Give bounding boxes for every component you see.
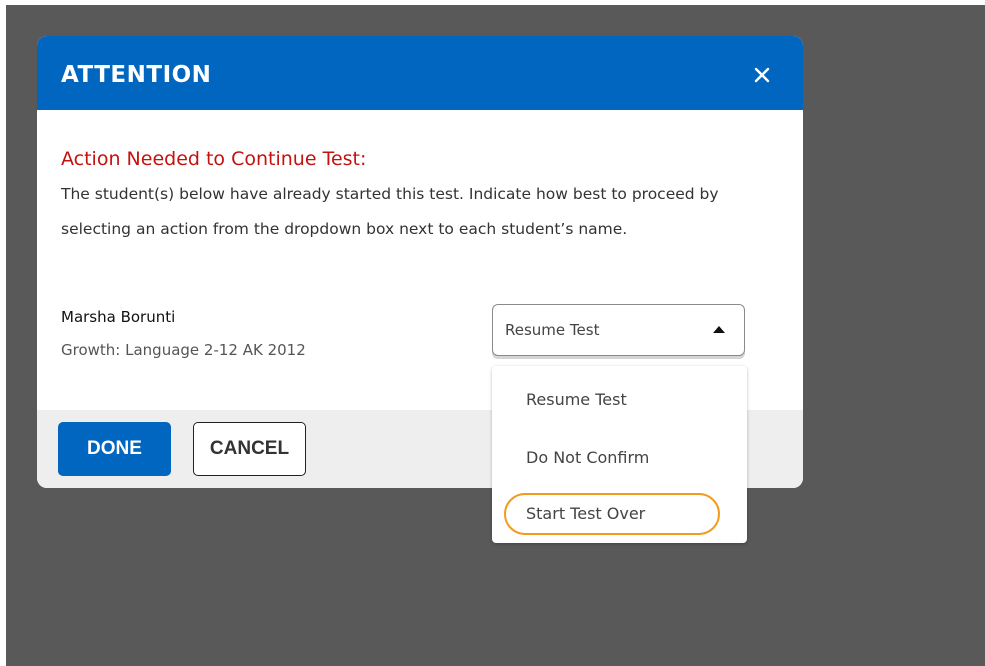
close-button[interactable] [747, 60, 777, 90]
instructions-text: The student(s) below have already starte… [61, 185, 719, 238]
action-needed-heading: Action Needed to Continue Test: [61, 148, 367, 170]
dropdown-option-label: Start Test Over [526, 504, 646, 523]
dropdown-option-resume-test[interactable]: Resume Test [492, 372, 747, 428]
dropdown-option-start-test-over[interactable]: Start Test Over [492, 489, 747, 545]
dropdown-option-label: Resume Test [526, 390, 627, 409]
student-name: Marsha Borunti [61, 308, 176, 326]
dialog-title: ATTENTION [61, 62, 212, 88]
dialog-header: ATTENTION [37, 36, 803, 110]
dropdown-option-do-not-confirm[interactable]: Do Not Confirm [492, 430, 747, 486]
action-dropdown-menu: Resume Test Do Not Confirm Start Test Ov… [492, 366, 747, 543]
close-icon [754, 67, 770, 83]
done-button[interactable]: DONE [58, 422, 171, 476]
caret-up-icon [713, 326, 725, 333]
action-select-value: Resume Test [505, 321, 600, 339]
student-test-name: Growth: Language 2-12 AK 2012 [61, 341, 306, 359]
cancel-button[interactable]: CANCEL [193, 422, 306, 476]
dropdown-option-label: Do Not Confirm [526, 448, 650, 467]
action-select[interactable]: Resume Test [492, 304, 745, 356]
screen: ATTENTION Action Needed to Continue Test… [0, 0, 985, 666]
